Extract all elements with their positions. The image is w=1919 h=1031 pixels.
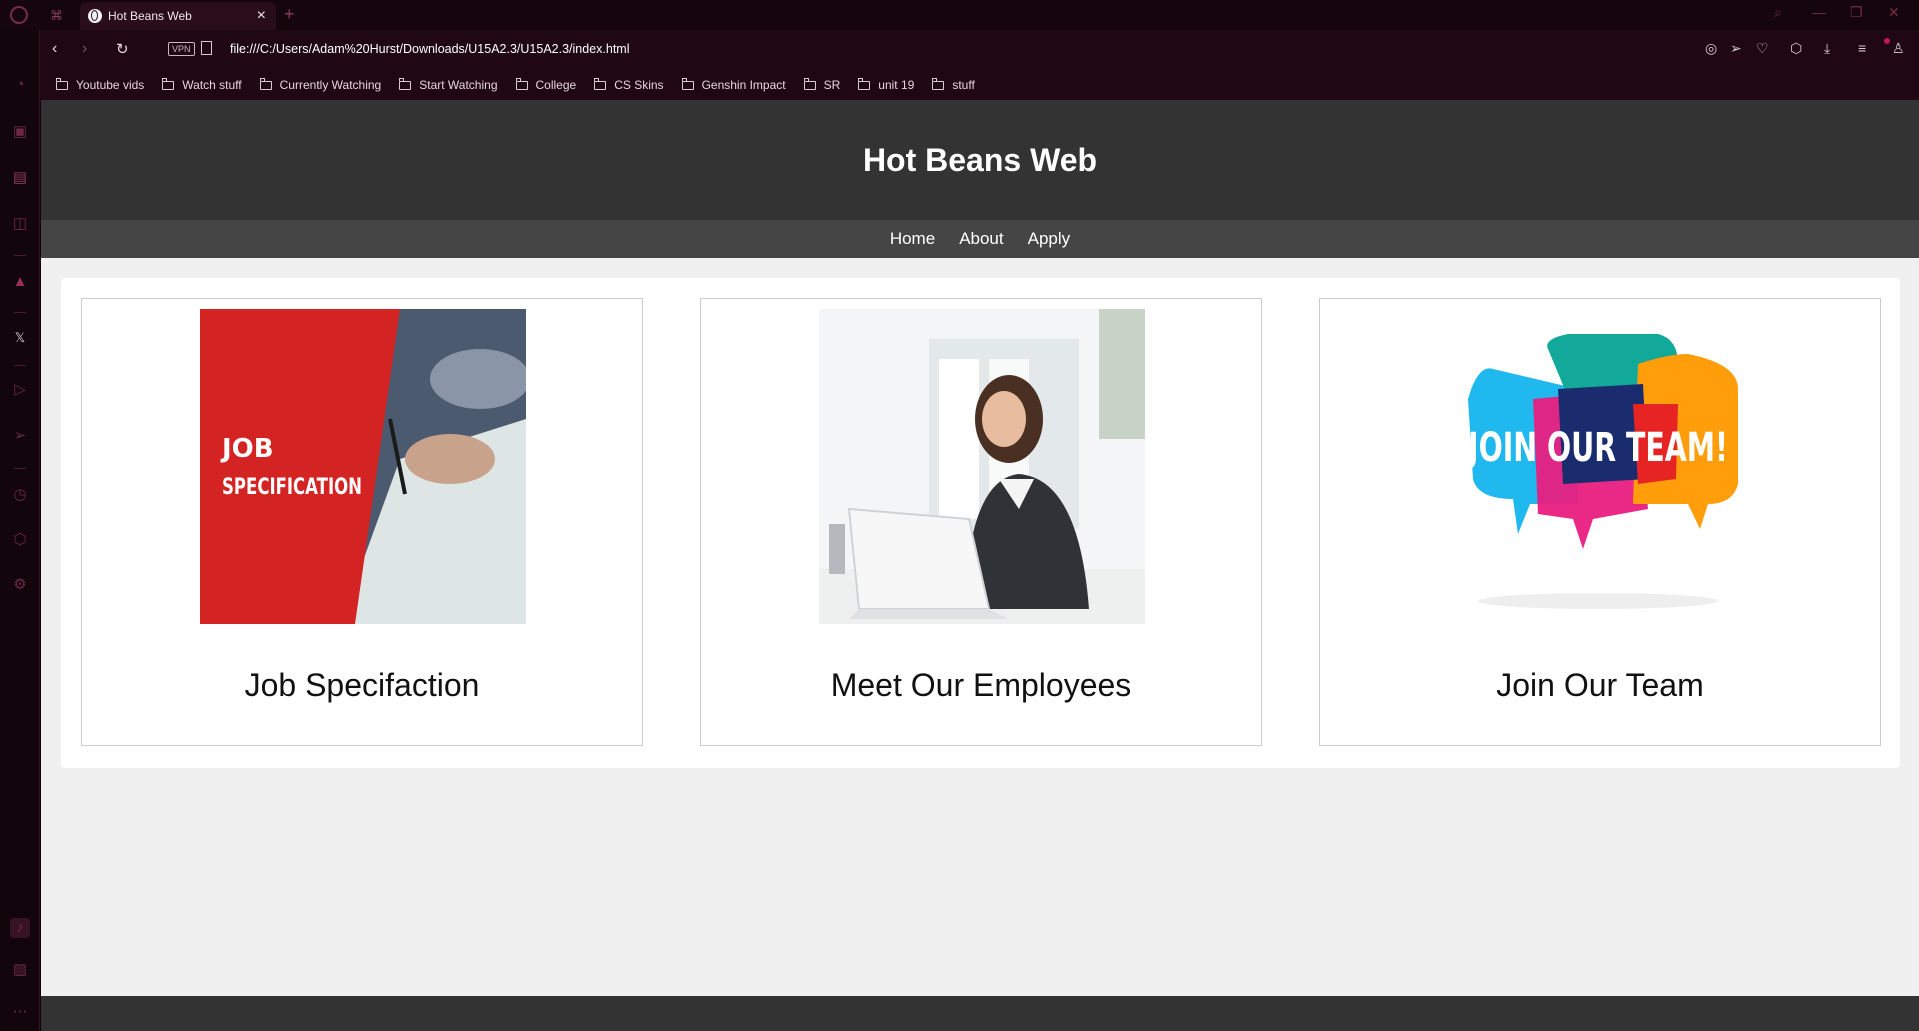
card-meet-employees[interactable]: Meet Our Employees bbox=[700, 298, 1262, 746]
card-job-specification[interactable]: JOB SPECIFICATION Job Specifaction bbox=[81, 298, 643, 746]
folder-icon bbox=[681, 77, 694, 90]
vpn-badge[interactable]: VPN bbox=[168, 42, 195, 56]
download-notification-dot bbox=[1884, 38, 1890, 44]
page-viewport: Hot Beans Web Home About Apply JOB SPECI… bbox=[41, 100, 1919, 1031]
folder-icon bbox=[399, 77, 412, 90]
aria-icon[interactable]: ▲ bbox=[10, 272, 30, 292]
settings-gear-icon[interactable]: ⚙ bbox=[10, 575, 30, 595]
shopping-bag-icon[interactable]: ▣ bbox=[10, 122, 30, 142]
sidebar-divider bbox=[14, 312, 26, 313]
more-icon[interactable]: ⋯ bbox=[10, 1002, 30, 1022]
opera-logo-icon[interactable] bbox=[10, 6, 28, 24]
card-caption: Meet Our Employees bbox=[830, 667, 1132, 703]
folder-icon bbox=[594, 77, 607, 90]
bookmark-label: stuff bbox=[952, 78, 975, 92]
wallpaper-icon[interactable]: ♪ bbox=[10, 918, 30, 938]
folder-icon bbox=[803, 77, 816, 90]
heart-icon[interactable]: ♡ bbox=[1756, 40, 1769, 57]
site-header: Hot Beans Web bbox=[41, 100, 1919, 220]
bookmark-folder[interactable]: Currently Watching bbox=[259, 77, 382, 92]
folder-icon bbox=[515, 77, 528, 90]
speed-dial-icon[interactable]: ◔ bbox=[10, 75, 30, 95]
bookmark-label: CS Skins bbox=[614, 78, 664, 92]
search-tabs-icon[interactable]: ⌕ bbox=[1774, 4, 1782, 21]
bookmark-folder[interactable]: stuff bbox=[932, 77, 975, 92]
site-nav: Home About Apply bbox=[41, 220, 1919, 258]
bookmark-folder[interactable]: SR bbox=[803, 77, 841, 92]
player-icon[interactable]: ▷ bbox=[10, 380, 30, 400]
bookmark-label: unit 19 bbox=[878, 78, 915, 92]
join-our-team-image: JOIN OUR TEAM! bbox=[1438, 309, 1764, 624]
sidebar-divider bbox=[14, 365, 26, 366]
job-specification-image: JOB SPECIFICATION bbox=[200, 309, 526, 624]
bookmark-folder[interactable]: Genshin Impact bbox=[681, 77, 786, 92]
folder-icon bbox=[858, 77, 871, 90]
minimize-icon[interactable]: — bbox=[1812, 4, 1826, 20]
gamepad-icon[interactable]: ⌘ bbox=[50, 8, 63, 24]
folder-icon bbox=[162, 77, 175, 90]
sidebar-divider bbox=[14, 468, 26, 469]
address-bar: ‹ › ↻ VPN file:///C:/Users/Adam%20Hurst/… bbox=[40, 30, 1919, 70]
forward-icon[interactable]: › bbox=[82, 40, 87, 58]
nav-about-link[interactable]: About bbox=[959, 229, 1003, 249]
nav-apply-link[interactable]: Apply bbox=[1028, 229, 1071, 249]
image-icon[interactable]: ▨ bbox=[10, 960, 30, 980]
extensions-cube-icon[interactable]: ⬡ bbox=[10, 530, 30, 550]
folder-icon bbox=[259, 77, 272, 90]
restore-icon[interactable]: ❐ bbox=[1850, 4, 1863, 21]
employee-image bbox=[819, 309, 1145, 624]
send-icon[interactable]: ➢ bbox=[1730, 40, 1742, 57]
history-icon[interactable]: ◷ bbox=[10, 485, 30, 505]
send-icon[interactable]: ➢ bbox=[10, 426, 30, 446]
tab-title: Hot Beans Web bbox=[108, 9, 192, 23]
bookmark-label: Currently Watching bbox=[279, 78, 382, 92]
bookmark-label: SR bbox=[823, 78, 841, 92]
close-tab-icon[interactable]: × bbox=[257, 8, 266, 24]
card-caption: Job Specifaction bbox=[244, 667, 480, 703]
content-panel: JOB SPECIFICATION Job Specifaction Meet … bbox=[61, 278, 1900, 768]
x-twitter-icon[interactable]: 𝕏 bbox=[10, 328, 30, 348]
browser-tab[interactable]: Hot Beans Web × bbox=[80, 2, 276, 30]
bookmark-folder[interactable]: unit 19 bbox=[858, 77, 915, 92]
menu-icon[interactable]: ≡ bbox=[1858, 40, 1866, 56]
close-window-icon[interactable]: ✕ bbox=[1888, 4, 1900, 21]
download-icon[interactable]: ⤓ bbox=[1824, 40, 1830, 57]
bookmark-label: Start Watching bbox=[419, 78, 498, 92]
folder-icon bbox=[56, 77, 68, 90]
folder-icon bbox=[932, 77, 945, 90]
bookmarks-bar: Youtube vids Watch stuff Currently Watch… bbox=[40, 70, 1919, 100]
instagram-icon[interactable]: ◫ bbox=[10, 214, 30, 234]
bookmark-folder[interactable]: Youtube vids bbox=[56, 77, 145, 92]
globe-icon bbox=[88, 9, 102, 23]
tab-bar: ⌘ Hot Beans Web × + ⌕ — ❐ ✕ bbox=[0, 0, 1919, 30]
image-text-join: JOIN OUR TEAM! bbox=[1466, 425, 1728, 471]
profile-icon[interactable]: ♙ bbox=[1892, 40, 1905, 57]
bookmark-label: Youtube vids bbox=[76, 78, 145, 92]
bookmark-folder[interactable]: CS Skins bbox=[594, 77, 664, 92]
bookmark-label: Genshin Impact bbox=[701, 78, 786, 92]
image-text-specification: SPECIFICATION bbox=[222, 475, 362, 500]
reload-icon[interactable]: ↻ bbox=[116, 40, 129, 58]
nav-home-link[interactable]: Home bbox=[890, 229, 935, 249]
url-field[interactable]: file:///C:/Users/Adam%20Hurst/Downloads/… bbox=[230, 42, 630, 56]
card-join-team[interactable]: JOIN OUR TEAM! Join Our Team bbox=[1319, 298, 1881, 746]
image-text-job: JOB bbox=[220, 434, 274, 464]
cube-icon[interactable]: ⬡ bbox=[1790, 40, 1802, 57]
card-caption: Join Our Team bbox=[1496, 667, 1704, 703]
camera-icon[interactable]: ◎ bbox=[1705, 40, 1717, 57]
sidebar-divider bbox=[14, 255, 26, 256]
bookmark-folder[interactable]: Watch stuff bbox=[162, 77, 242, 92]
bookmark-folder[interactable]: College bbox=[515, 77, 577, 92]
bookmark-label: Watch stuff bbox=[182, 78, 242, 92]
bookmark-label: College bbox=[535, 78, 577, 92]
bookmark-folder[interactable]: Start Watching bbox=[399, 77, 498, 92]
site-title: Hot Beans Web bbox=[862, 142, 1098, 178]
file-page-icon bbox=[201, 41, 212, 55]
browser-sidebar: ◔ ▣ ▤ ◫ ▲ 𝕏 ▷ ➢ ◷ ⬡ ⚙ ♪ ▨ ⋯ bbox=[0, 30, 40, 1031]
twitch-icon[interactable]: ▤ bbox=[10, 168, 30, 188]
site-footer bbox=[41, 996, 1919, 1031]
back-icon[interactable]: ‹ bbox=[52, 40, 57, 58]
new-tab-button[interactable]: + bbox=[284, 4, 295, 25]
